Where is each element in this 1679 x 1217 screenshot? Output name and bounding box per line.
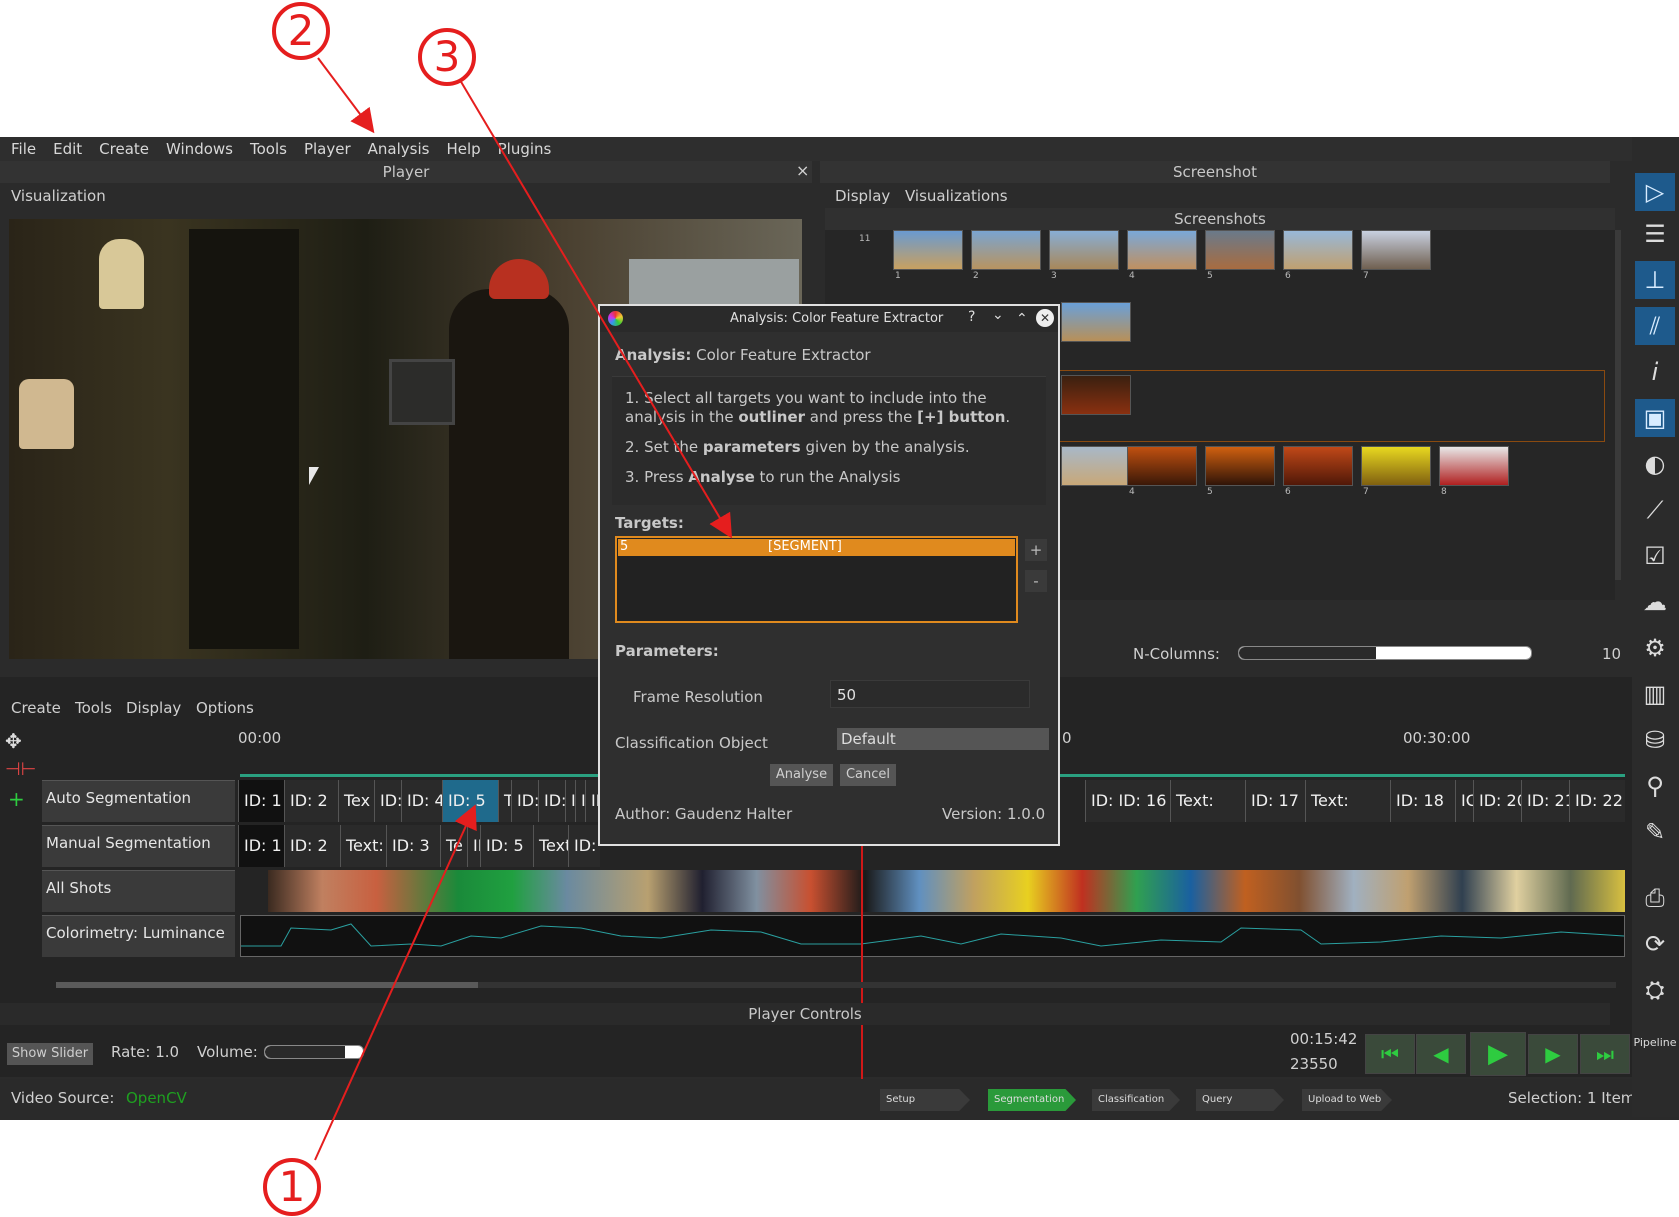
arrow-2 [317,57,375,134]
annotation-arrows [314,57,733,1161]
arrow-1 [314,804,477,1161]
arrow-3 [459,79,733,539]
